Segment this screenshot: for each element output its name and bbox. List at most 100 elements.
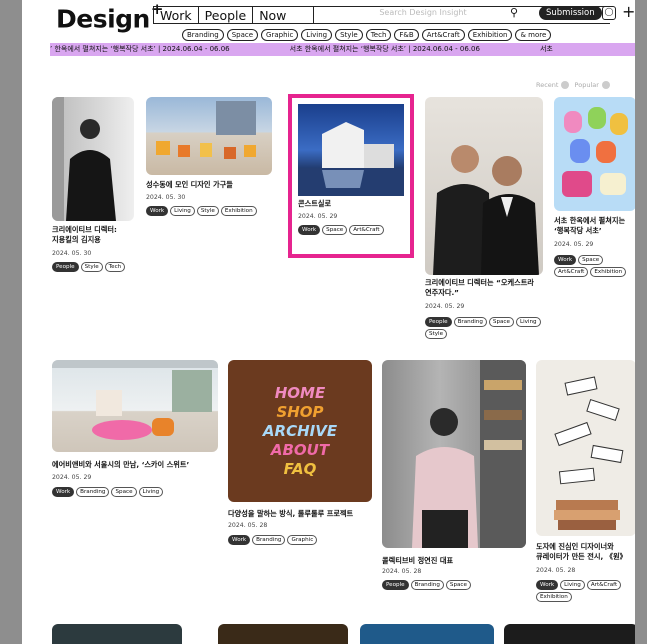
nav-people[interactable]: People [197, 7, 253, 23]
article-thumbnail[interactable] [52, 360, 218, 452]
article-title[interactable]: 다양성을 말하는 방식, 룰루룰루 프로젝트 [228, 509, 353, 519]
tag-work[interactable]: Work [52, 487, 75, 497]
logo[interactable]: Design+ [56, 0, 163, 33]
tag-work[interactable]: Work [554, 255, 577, 265]
ticker-item: 서초 한옥에서 펼쳐지는 ‘행복작당 서초’ | 2024.06.04 - 06… [289, 45, 480, 53]
plus-icon[interactable]: + [622, 2, 635, 21]
tag-exhibition[interactable]: Exhibition [220, 206, 257, 216]
tag-branding[interactable]: Branding [252, 535, 286, 545]
article-thumbnail[interactable] [360, 624, 494, 644]
article-date: 2024. 05. 28 [382, 568, 422, 575]
tag-space[interactable]: Space [578, 255, 604, 265]
page: Design+ Work People Now Search Design In… [22, 0, 635, 644]
article-tags: People Branding Space [382, 580, 471, 590]
article-date: 2024. 05. 29 [52, 474, 92, 481]
nav-now[interactable]: Now [252, 7, 292, 23]
tag-people[interactable]: People [382, 580, 409, 590]
poster-word: HOME [274, 383, 326, 402]
poster-word: ABOUT [270, 440, 330, 459]
article-thumbnail[interactable] [382, 360, 526, 548]
article-thumbnail[interactable] [218, 624, 348, 644]
article-thumbnail[interactable] [504, 624, 635, 644]
article-thumbnail[interactable] [425, 97, 543, 275]
article-tags: Work Space Art&Craft Exhibition [554, 255, 635, 277]
category-exhibition[interactable]: Exhibition [467, 29, 513, 41]
tag-living[interactable]: Living [170, 206, 195, 216]
article-tags: Work Living Style Exhibition [146, 206, 257, 216]
ticker-item: 서초 [539, 45, 553, 53]
main-nav: Work People Now [153, 6, 313, 24]
article-title[interactable]: 서초 한옥에서 펼쳐지는 ‘행복작당 서초’ [554, 216, 625, 236]
tag-space[interactable]: Space [445, 580, 471, 590]
article-title[interactable]: 에어비앤비와 서울시의 만남, ‘스카이 스위트’ [52, 460, 189, 470]
article-title[interactable]: 성수동에 모인 디자인 가구들 [146, 180, 233, 190]
article-thumbnail[interactable] [536, 360, 635, 536]
category-more[interactable]: & more [515, 29, 552, 41]
article-thumbnail[interactable] [52, 624, 182, 644]
tag-artcraft[interactable]: Art&Craft [554, 267, 589, 277]
search-icon[interactable]: ⚲ [510, 6, 518, 19]
tag-tech[interactable]: Tech [104, 262, 126, 272]
article-date: 2024. 05. 29 [425, 303, 465, 310]
article-tags: People Style Tech [52, 262, 126, 272]
category-fnb[interactable]: F&B [394, 29, 419, 41]
selection-highlight [288, 94, 414, 258]
sort-recent-icon[interactable] [561, 81, 570, 89]
instagram-icon[interactable]: ◯ [602, 6, 616, 20]
article-title[interactable]: 크리에이티브 디렉터는 “오케스트라 연주자다.” [425, 278, 534, 298]
tag-branding[interactable]: Branding [453, 317, 487, 327]
tag-work[interactable]: Work [228, 535, 251, 545]
article-date: 2024. 05. 30 [52, 250, 92, 257]
nav-work[interactable]: Work [153, 7, 198, 23]
sort-recent[interactable]: Recent [536, 81, 558, 89]
tag-style[interactable]: Style [80, 262, 103, 272]
tag-exhibition[interactable]: Exhibition [590, 267, 627, 277]
category-artcraft[interactable]: Art&Craft [421, 29, 465, 41]
tag-work[interactable]: Work [536, 580, 559, 590]
article-tags: People Branding Space Living Style [425, 317, 547, 339]
category-branding[interactable]: Branding [182, 29, 224, 41]
tag-living[interactable]: Living [515, 317, 541, 327]
poster-word: SHOP [276, 402, 324, 421]
article-title[interactable]: 도자에 진심인 디자이너와 큐레이터가 만든 전시, 《원》 [536, 542, 627, 562]
tag-branding[interactable]: Branding [76, 487, 110, 497]
sort-toggle: Recent Popular [536, 81, 613, 89]
article-tags: Work Branding Space Living [52, 487, 164, 497]
tag-people[interactable]: People [425, 317, 452, 327]
tag-style[interactable]: Style [196, 206, 219, 216]
submission-button[interactable]: Submission [539, 6, 602, 20]
sort-popular[interactable]: Popular [575, 81, 599, 89]
news-ticker[interactable]: ’ 한옥에서 펼쳐지는 ‘행복작당 서초’ | 2024.06.04 - 06.… [50, 43, 635, 56]
ticker-item: ’ 한옥에서 펼쳐지는 ‘행복작당 서초’ | 2024.06.04 - 06.… [50, 45, 230, 53]
tag-people[interactable]: People [52, 262, 79, 272]
category-graphic[interactable]: Graphic [261, 29, 299, 41]
tag-style[interactable]: Style [425, 329, 448, 339]
tag-graphic[interactable]: Graphic [287, 535, 318, 545]
article-tags: Work Branding Graphic [228, 535, 318, 545]
article-date: 2024. 05. 30 [146, 194, 186, 201]
poster-word: FAQ [283, 459, 317, 478]
sort-popular-icon[interactable] [601, 81, 610, 89]
article-thumbnail[interactable] [554, 97, 635, 211]
category-style[interactable]: Style [335, 29, 363, 41]
tag-living[interactable]: Living [560, 580, 585, 590]
search-input[interactable]: Search Design Insight [318, 8, 528, 17]
category-tech[interactable]: Tech [365, 29, 392, 41]
article-thumbnail[interactable] [52, 97, 134, 221]
tag-work[interactable]: Work [146, 206, 169, 216]
category-space[interactable]: Space [226, 29, 259, 41]
category-living[interactable]: Living [301, 29, 333, 41]
article-thumbnail[interactable] [146, 97, 272, 175]
article-tags: Work Living Art&Craft Exhibition [536, 580, 635, 602]
tag-exhibition[interactable]: Exhibition [536, 592, 572, 602]
tag-branding[interactable]: Branding [410, 580, 444, 590]
article-date: 2024. 05. 29 [554, 241, 594, 248]
tag-space[interactable]: Space [488, 317, 514, 327]
poster-word: ARCHIVE [262, 421, 338, 440]
tag-artcraft[interactable]: Art&Craft [586, 580, 622, 590]
tag-living[interactable]: Living [138, 487, 164, 497]
article-title[interactable]: 크리에이티브 디렉터: 지용킬의 김지용 [52, 225, 117, 245]
article-title[interactable]: 콜렉티브비 정연진 대표 [382, 556, 453, 566]
tag-space[interactable]: Space [111, 487, 137, 497]
article-thumbnail[interactable]: HOME SHOP ARCHIVE ABOUT FAQ [228, 360, 372, 502]
